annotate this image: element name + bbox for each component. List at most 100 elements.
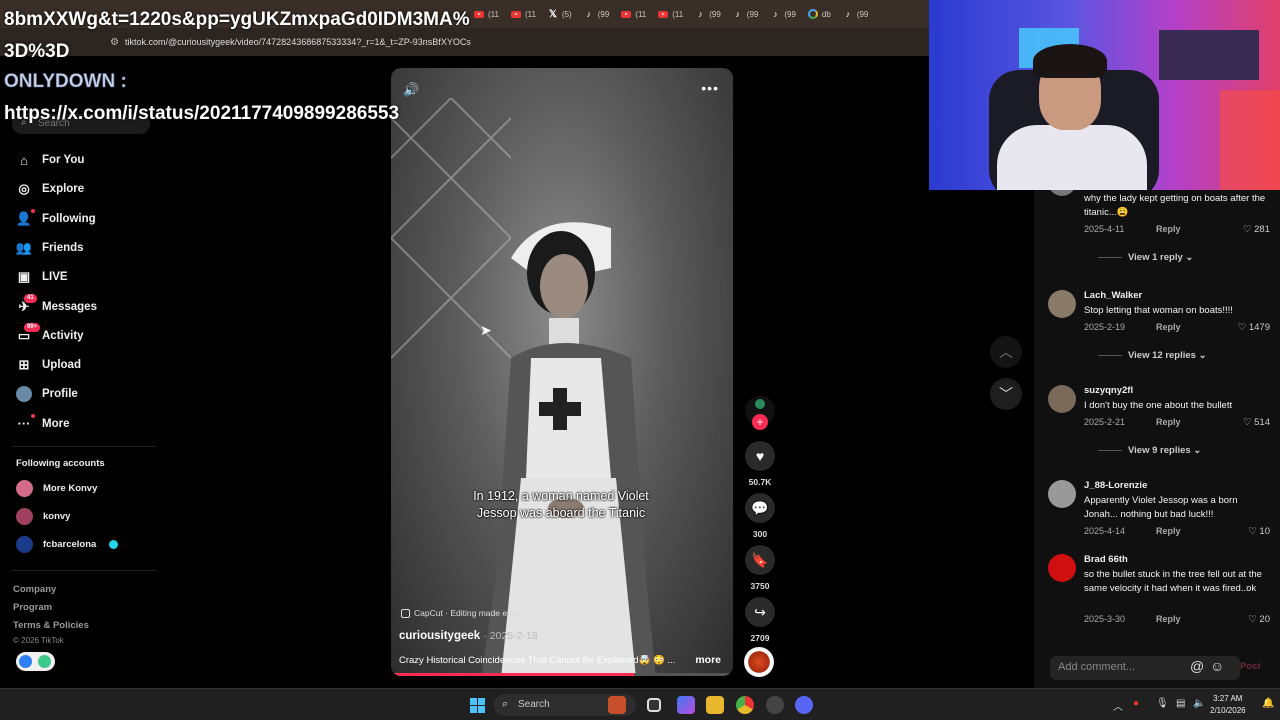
next-video-button[interactable]: ﹀ [990, 378, 1022, 410]
video-player[interactable]: 🔊 ••• In 1912, a woman named Violet Jess… [391, 68, 733, 676]
comment-username[interactable]: Lach_Walker [1084, 290, 1142, 301]
browser-tab[interactable]: ♪ (99 [727, 0, 765, 28]
comment-username[interactable]: Brad 66th [1084, 554, 1128, 565]
music-disc-icon[interactable] [744, 647, 774, 677]
emoji-icon[interactable]: ☺ [1210, 658, 1224, 674]
capcut-tag[interactable]: CapCut · Editing made easy [401, 608, 520, 618]
video-progress-bar[interactable] [391, 673, 733, 676]
divider [12, 446, 156, 447]
reply-button[interactable]: Reply [1156, 526, 1181, 536]
comment-like-count: 281 [1254, 224, 1270, 235]
avatar[interactable] [1048, 290, 1076, 318]
following-account[interactable]: More Konvy [16, 480, 97, 497]
clock[interactable]: 3:27 AM 2/10/2026 [1210, 693, 1246, 717]
nav-item-more[interactable]: ··· More [16, 413, 69, 432]
reply-button[interactable]: Reply [1156, 614, 1181, 624]
browser-tab[interactable]: ♪ (99 [764, 0, 802, 28]
sidebar: ⌕ Search ⌂ For You ◎ Explore 👤 Following 👥 Frie… [0, 56, 160, 688]
author-name[interactable]: curiousitygeek [399, 630, 480, 642]
nav-item-live[interactable]: ▣ LIVE [16, 269, 68, 285]
reply-button[interactable]: Reply [1156, 224, 1181, 234]
logo-icon [755, 399, 765, 409]
browser-tab[interactable]: ♪ (99 [578, 0, 616, 28]
more-options-icon[interactable]: ••• [701, 80, 719, 96]
app-toggle[interactable] [16, 652, 55, 671]
copilot-icon[interactable] [677, 696, 695, 714]
comment-like-button[interactable]: ♡ 281 [1243, 224, 1270, 235]
security-icon[interactable]: ● [1133, 698, 1139, 709]
tiktok-icon: ♪ [845, 9, 851, 19]
comment-date: 2025-2-21 [1084, 417, 1126, 427]
browser-tab[interactable]: ♪ (99 [837, 0, 875, 28]
windows-start-icon[interactable] [470, 698, 485, 713]
discord-icon[interactable] [795, 696, 813, 714]
network-icon[interactable]: ▤ [1176, 698, 1185, 709]
messages-icon: ✈ 41 [16, 293, 37, 315]
nav-item-for-you[interactable]: ⌂ For You [16, 152, 84, 168]
view-replies-button[interactable]: View 9 replies ⌄ [1098, 445, 1201, 456]
footer-link-company[interactable]: Company [13, 584, 56, 595]
task-view-icon[interactable] [647, 698, 661, 712]
comment-username[interactable]: suzyqny2fl [1084, 385, 1133, 396]
footer-link-program[interactable]: Program [13, 602, 52, 613]
reply-button[interactable]: Reply [1156, 417, 1181, 427]
browser-tab[interactable]: (11 [505, 0, 542, 28]
chrome-icon[interactable] [736, 696, 754, 714]
previous-video-button[interactable]: ︿ [990, 336, 1022, 368]
share-action[interactable]: ↪ 2709 [745, 597, 775, 643]
avatar[interactable] [1048, 480, 1076, 508]
comment-like-button[interactable]: ♡ 10 [1248, 526, 1270, 537]
nav-item-messages[interactable]: ✈ 41 Messages [16, 293, 97, 315]
view-replies-button[interactable]: View 1 reply ⌄ [1098, 252, 1193, 263]
nav-item-friends[interactable]: 👥 Friends [16, 240, 84, 256]
browser-tab[interactable]: ♪ (99 [689, 0, 727, 28]
bookmark-icon[interactable]: 🔖 [745, 545, 775, 575]
widgets-icon[interactable] [608, 696, 626, 714]
browser-tab[interactable]: (11 [652, 0, 689, 28]
reply-button[interactable]: Reply [1156, 322, 1181, 332]
browser-tab[interactable]: db [802, 0, 837, 28]
notification-icon[interactable]: 🔔 [1262, 698, 1274, 709]
nav-item-upload[interactable]: ⊞ Upload [16, 357, 81, 373]
post-button[interactable]: Post [1240, 661, 1261, 672]
overlay-label: ONLYDOWN : [4, 71, 127, 93]
nav-item-profile[interactable]: Profile [16, 386, 78, 403]
nav-label: Following [42, 212, 96, 225]
nav-item-activity[interactable]: ▭ 99+ Activity [16, 322, 84, 344]
author-avatar[interactable]: + [745, 396, 775, 430]
microphone-icon[interactable]: 🎙 [1156, 698, 1169, 709]
browser-tab[interactable]: 𝕏 (5) [542, 0, 578, 28]
following-account[interactable]: konvy [16, 508, 70, 525]
github-icon[interactable] [766, 696, 784, 714]
avatar[interactable] [1048, 190, 1076, 196]
volume-icon[interactable]: 🔈 [1193, 698, 1205, 709]
comment-like-button[interactable]: ♡ 20 [1248, 614, 1270, 625]
comment-date: 2025-4-14 [1084, 526, 1126, 536]
comment-username[interactable]: J_88-Lorenzie [1084, 480, 1147, 491]
like-action[interactable]: ♥ 50.7K [745, 441, 775, 487]
file-explorer-icon[interactable] [706, 696, 724, 714]
more-button[interactable]: more [695, 654, 721, 666]
mention-icon[interactable]: @ [1190, 658, 1204, 674]
heart-icon[interactable]: ♥ [745, 441, 775, 471]
nav-item-explore[interactable]: ◎ Explore [16, 181, 84, 197]
follow-plus-icon[interactable]: + [752, 414, 768, 430]
share-icon[interactable]: ↪ [745, 597, 775, 627]
comment-icon[interactable]: 💬 [745, 493, 775, 523]
view-replies-button[interactable]: View 12 replies ⌄ [1098, 350, 1207, 361]
volume-icon[interactable]: 🔊 [403, 82, 419, 98]
video-author[interactable]: curiousitygeek · 2025-2-18 [399, 630, 538, 642]
comment-action[interactable]: 💬 300 [745, 493, 775, 539]
comment-like-button[interactable]: ♡ 1479 [1238, 322, 1270, 333]
following-account[interactable]: fcbarcelona [16, 536, 119, 553]
avatar[interactable] [1048, 385, 1076, 413]
comment-text: Apparently Violet Jessop was a born Jona… [1084, 495, 1238, 520]
browser-tab[interactable]: (11 [615, 0, 652, 28]
video-description: Crazy Historical Coincidences That Canno… [399, 655, 676, 666]
save-action[interactable]: 🔖 3750 [745, 545, 775, 591]
nav-item-following[interactable]: 👤 Following [16, 208, 96, 227]
footer-link-terms[interactable]: Terms & Policies [13, 620, 89, 631]
avatar[interactable] [1048, 554, 1076, 582]
chevron-up-icon[interactable]: ︿ [1113, 698, 1123, 713]
comment-like-button[interactable]: ♡ 514 [1243, 417, 1270, 428]
